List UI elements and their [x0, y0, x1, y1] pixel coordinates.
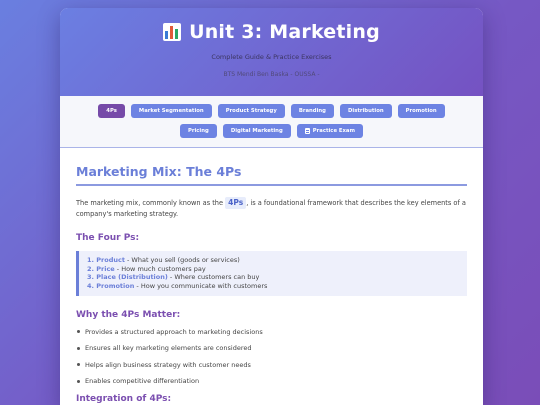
list-item: Helps align business strategy with custo…: [76, 361, 467, 369]
four-ps-box: 1. Product - What you sell (goods or ser…: [76, 250, 467, 296]
document-icon: [304, 128, 310, 134]
bar-chart-icon: [163, 23, 182, 41]
list-item: Enables competitive differentiation: [76, 377, 467, 385]
tab-promotion[interactable]: Promotion: [397, 104, 445, 118]
tab-pricing[interactable]: Pricing: [179, 124, 217, 138]
why-heading: Why the 4Ps Matter:: [76, 309, 181, 320]
topic-tabs: 4Ps Market Segmentation Product Strategy…: [60, 96, 483, 148]
tab-distribution[interactable]: Distribution: [339, 104, 392, 118]
page-header: Unit 3: Marketing Complete Guide & Pract…: [60, 8, 483, 96]
page-subtitle: Complete Guide & Practice Exercises: [211, 53, 332, 61]
list-item: Provides a structured approach to market…: [76, 328, 467, 336]
four-ps-heading: The Four Ps:: [76, 232, 140, 243]
list-item: Ensures all key marketing elements are c…: [76, 344, 467, 352]
four-ps-item: 1. Product - What you sell (goods or ser…: [87, 255, 240, 264]
term-tag: 4Ps: [225, 197, 247, 209]
tab-practice-exam-label: Practice Exam: [312, 128, 356, 134]
integration-heading: Integration of 4Ps:: [76, 393, 172, 404]
section-intro: The marketing mix, commonly known as the…: [76, 197, 466, 218]
why-list: Provides a structured approach to market…: [76, 328, 467, 385]
tab-product-strategy[interactable]: Product Strategy: [217, 104, 285, 118]
section-title: Marketing Mix: The 4Ps: [76, 164, 467, 186]
four-ps-item: 3. Place (Distribution) - Where customer…: [87, 273, 260, 282]
page-title: Unit 3: Marketing: [60, 21, 483, 43]
tab-branding[interactable]: Branding: [290, 104, 334, 118]
page-source: BTS Mendi Ben Baska - OUSSA -: [223, 71, 320, 78]
four-ps-item: 4. Promotion - How you communicate with …: [87, 282, 268, 291]
four-ps-item: 2. Price - How much customers pay: [87, 264, 206, 273]
tab-digital-marketing[interactable]: Digital Marketing: [222, 124, 291, 138]
main-card: Unit 3: Marketing Complete Guide & Pract…: [60, 8, 483, 405]
tab-4ps[interactable]: 4Ps: [98, 104, 125, 118]
tab-practice-exam[interactable]: Practice Exam: [296, 124, 364, 138]
page-title-text: Unit 3: Marketing: [189, 21, 380, 43]
section-content: Marketing Mix: The 4Ps The marketing mix…: [60, 148, 483, 404]
tab-market-segmentation[interactable]: Market Segmentation: [130, 104, 212, 118]
